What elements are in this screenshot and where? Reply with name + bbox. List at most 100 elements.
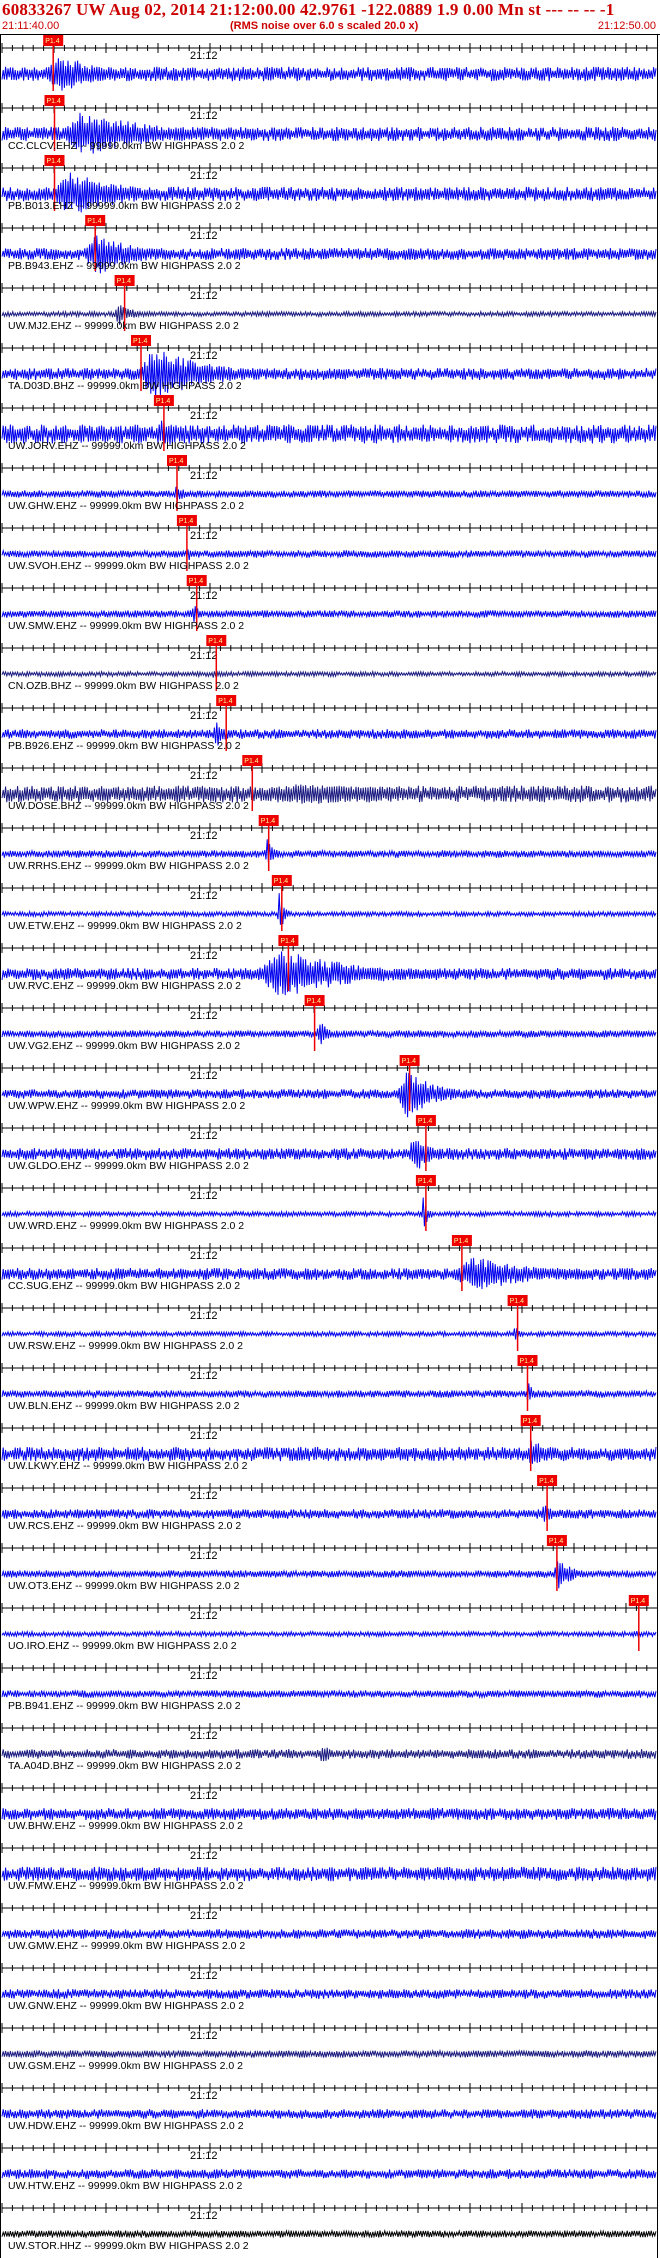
svg-text:P1.4: P1.4	[208, 638, 223, 645]
svg-text:P1.4: P1.4	[117, 278, 132, 285]
station-label: UW.WPW.EHZ -- 99999.0km BW HIGHPASS 2.0 …	[8, 1100, 245, 1112]
trace-row: 21:12 P1.4 TA.D03D.BHZ -- 99999.0km BW HIG…	[1, 335, 657, 400]
svg-text:P1.4: P1.4	[47, 98, 62, 105]
trace-row: 21:12 P1.4 UW.GHW.EHZ -- 99999.0km BW HIGH…	[1, 455, 657, 512]
station-label: UW.VG2.EHZ -- 99999.0km BW HIGHPASS 2.0 …	[8, 1040, 240, 1052]
station-label: UW.LKWY.EHZ -- 99999.0km BW HIGHPASS 2.0…	[8, 1460, 248, 1472]
trace-row: 21:12 P1.4 UW.OT3.EHZ -- 99999.0km BW HIGH…	[1, 1535, 657, 1592]
minute-label: 21:12	[190, 890, 218, 902]
minute-label: 21:12	[190, 770, 218, 782]
station-label: PB.B943.EHZ -- 99999.0km BW HIGHPASS 2.0…	[8, 260, 241, 272]
minute-label: 21:12	[190, 1190, 218, 1202]
station-label: UW.RRHS.EHZ -- 99999.0km BW HIGHPASS 2.0…	[8, 860, 249, 872]
time-end-label: 21:12:50.00	[597, 20, 656, 32]
minute-label: 21:12	[190, 1910, 218, 1922]
minute-label: 21:12	[190, 590, 218, 602]
station-label: UW.BLN.EHZ -- 99999.0km BW HIGHPASS 2.0 …	[8, 1400, 240, 1412]
svg-text:P1.4: P1.4	[523, 1418, 538, 1425]
waveform	[1, 2109, 657, 2119]
trace-row: 21:12 UW.GMW.EHZ -- 99999.0km BW HIGHPASS…	[1, 1903, 657, 1952]
minute-label: 21:12	[190, 1790, 218, 1802]
svg-text:P1.4: P1.4	[156, 398, 171, 405]
rms-note: (RMS noise over 6.0 s scaled 20.0 x)	[230, 20, 419, 32]
seismogram-panel: 21:12 P1.4 21:12 P1.4 CC.CLCV.EHZ -- 99999.0…	[1, 35, 657, 2252]
pick-marker: P1.4	[415, 1175, 436, 1231]
pick-marker: P1.4	[628, 1595, 649, 1651]
minute-label: 21:12	[190, 1430, 218, 1442]
station-label: CC.SUG.EHZ -- 99999.0km BW HIGHPASS 2.0 …	[8, 1280, 240, 1292]
station-label: UO.IRO.EHZ -- 99999.0km BW HIGHPASS 2.0 …	[8, 1640, 237, 1652]
station-label: UW.GLDO.EHZ -- 99999.0km BW HIGHPASS 2.0…	[8, 1160, 249, 1172]
minute-label: 21:12	[190, 290, 218, 302]
station-label: CC.CLCV.EHZ -- 99999.0km BW HIGHPASS 2.0…	[8, 140, 244, 152]
minute-label: 21:12	[190, 2150, 218, 2162]
waveform	[1, 1929, 657, 1939]
svg-text:P1.4: P1.4	[244, 758, 259, 765]
svg-text:P1.4: P1.4	[179, 518, 194, 525]
station-label: TA.A04D.BHZ -- 99999.0km BW HIGHPASS 2.0…	[8, 1760, 241, 1772]
station-label: UW.SVOH.EHZ -- 99999.0km BW HIGHPASS 2.0…	[8, 560, 249, 572]
minute-label: 21:12	[190, 350, 218, 362]
station-label: UW.STOR.HHZ -- 99999.0km BW HIGHPASS 2.0…	[8, 2240, 249, 2252]
minute-label: 21:12	[190, 830, 218, 842]
pick-marker: P1.4	[517, 1355, 538, 1411]
station-label: UW.OT3.EHZ -- 99999.0km BW HIGHPASS 2.0 …	[8, 1580, 240, 1592]
trace-row: 21:12 P1.4 UW.RVC.EHZ -- 99999.0km BW HIGH…	[1, 935, 657, 996]
minute-label: 21:12	[190, 230, 218, 242]
trace-row: 21:12 P1.4 UW.SVOH.EHZ -- 99999.0km BW HIG…	[1, 515, 657, 572]
trace-row: 21:12 P1.4 UW.VG2.EHZ -- 99999.0km BW HIGH…	[1, 995, 657, 1052]
station-label: UW.RCS.EHZ -- 99999.0km BW HIGHPASS 2.0 …	[8, 1520, 241, 1532]
time-start-label: 21:11:40.00	[2, 20, 60, 32]
minute-label: 21:12	[190, 1670, 218, 1682]
trace-row: 21:12 P1.4 UW.WRD.EHZ -- 99999.0km BW HIGH…	[1, 1175, 657, 1232]
waveform	[1, 2048, 657, 2059]
waveform	[1, 669, 657, 679]
station-label: UW.HDW.EHZ -- 99999.0km BW HIGHPASS 2.0 …	[8, 2120, 244, 2132]
waveform	[1, 1383, 657, 1402]
trace-row: 21:12 P1.4 PB.B013.EHZ -- 99999.0km BW HIG…	[1, 155, 657, 213]
minute-label: 21:12	[190, 1970, 218, 1982]
svg-text:P1.4: P1.4	[261, 818, 276, 825]
trace-row: 21:12 UW.FMW.EHZ -- 99999.0km BW HIGHPASS…	[1, 1843, 657, 1892]
svg-text:P1.4: P1.4	[418, 1178, 433, 1185]
trace-row: 21:12 P1.4 UW.JORV.EHZ -- 99999.0km BW HIG…	[1, 395, 657, 452]
trace-row: 21:12 P1.4 PB.B943.EHZ -- 99999.0km BW HIG…	[1, 215, 657, 274]
trace-row: 21:12 TA.A04D.BHZ -- 99999.0km BW HIGHPAS…	[1, 1723, 657, 1772]
svg-text:P1.4: P1.4	[418, 1118, 433, 1125]
station-label: UW.GNW.EHZ -- 99999.0km BW HIGHPASS 2.0 …	[8, 2000, 244, 2012]
station-label: UW.MJ2.EHZ -- 99999.0km BW HIGHPASS 2.0 …	[8, 320, 239, 332]
trace-row: 21:12 UW.HDW.EHZ -- 99999.0km BW HIGHPASS…	[1, 2083, 657, 2132]
minute-label: 21:12	[190, 1850, 218, 1862]
svg-text:P1.4: P1.4	[549, 1538, 564, 1545]
svg-text:P1.4: P1.4	[454, 1238, 469, 1245]
trace-row: 21:12 PB.B941.EHZ -- 99999.0km BW HIGHPAS…	[1, 1663, 657, 1712]
trace-row: 21:12 P1.4 UW.GLDO.EHZ -- 99999.0km BW HIG…	[1, 1115, 657, 1172]
waveform	[1, 1328, 657, 1340]
waveform	[1, 1989, 657, 1999]
svg-text:P1.4: P1.4	[87, 218, 102, 225]
waveform	[1, 548, 657, 560]
svg-text:P1.4: P1.4	[218, 698, 233, 705]
waveform	[1, 1629, 657, 1639]
svg-text:P1.4: P1.4	[274, 878, 289, 885]
svg-text:P1.4: P1.4	[280, 938, 295, 945]
station-label: UW.FMW.EHZ -- 99999.0km BW HIGHPASS 2.0 …	[8, 1880, 244, 1892]
station-label: UW.ETW.EHZ -- 99999.0km BW HIGHPASS 2.0 …	[8, 920, 242, 932]
minute-label: 21:12	[190, 950, 218, 962]
pick-marker: P1.4	[451, 1235, 472, 1291]
svg-text:P1.4: P1.4	[307, 998, 322, 1005]
minute-label: 21:12	[190, 1370, 218, 1382]
svg-text:P1.4: P1.4	[47, 158, 62, 165]
minute-label: 21:12	[190, 2210, 218, 2222]
trace-row: 21:12 P1.4 UW.BLN.EHZ -- 99999.0km BW HIGH…	[1, 1355, 657, 1412]
trace-row: 21:12 UW.GSM.EHZ -- 99999.0km BW HIGHPASS…	[1, 2023, 657, 2072]
station-label: TA.D03D.BHZ -- 99999.0km BW HIGHPASS 2.0…	[8, 380, 242, 392]
svg-text:P1.4: P1.4	[539, 1478, 554, 1485]
event-title: 60833267 UW Aug 02, 2014 21:12:00.00 42.…	[2, 0, 615, 19]
pick-marker: P1.4	[537, 1475, 558, 1531]
minute-label: 21:12	[190, 1250, 218, 1262]
station-label: UW.SMW.EHZ -- 99999.0km BW HIGHPASS 2.0 …	[8, 620, 244, 632]
pick-marker: P1.4	[271, 875, 292, 931]
minute-label: 21:12	[190, 1130, 218, 1142]
minute-label: 21:12	[190, 1070, 218, 1082]
